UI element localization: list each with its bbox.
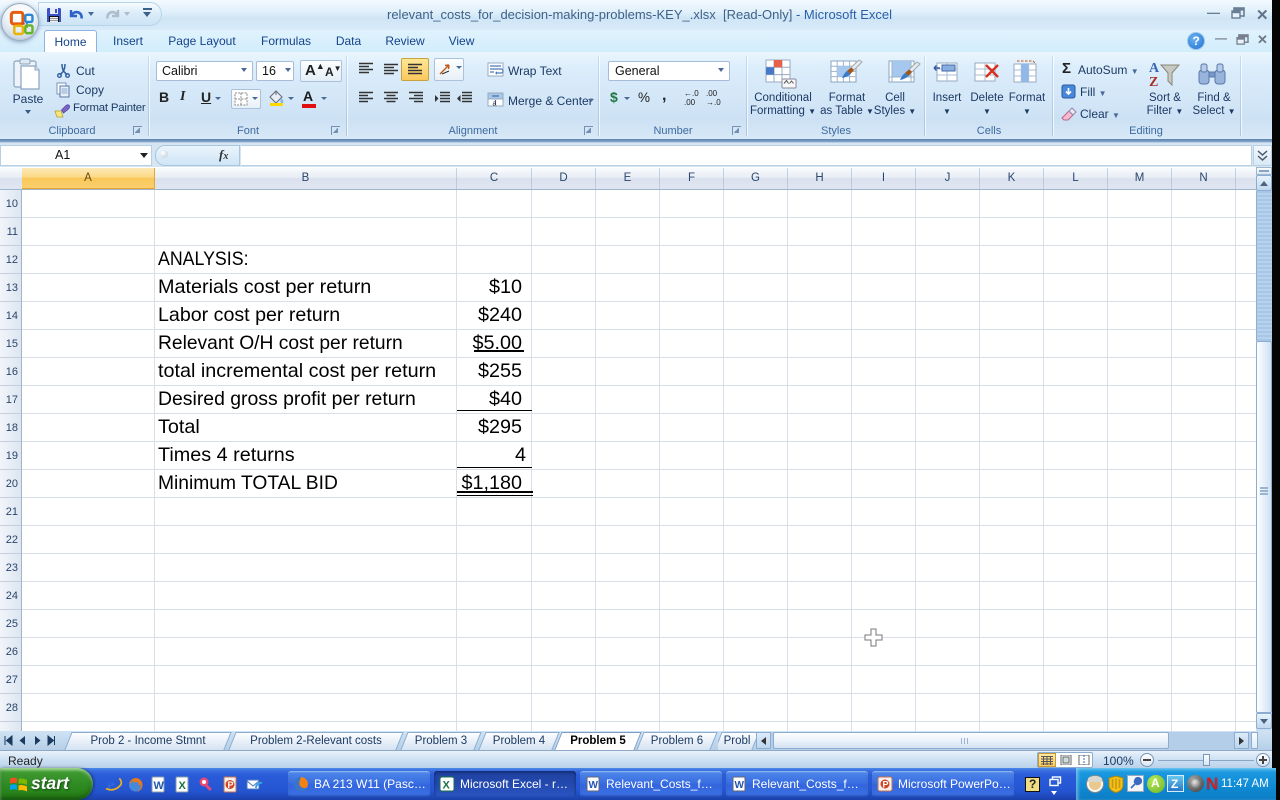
- svg-text:Z: Z: [1149, 75, 1158, 89]
- svg-text:X: X: [443, 780, 451, 792]
- svg-text:e: e: [107, 775, 115, 794]
- svg-text:X: X: [179, 780, 187, 792]
- svg-text:P: P: [228, 780, 234, 790]
- svg-text:a: a: [493, 101, 497, 108]
- svg-text:P: P: [883, 780, 889, 790]
- svg-text:W: W: [154, 780, 165, 792]
- svg-text:W: W: [589, 780, 599, 791]
- svg-text:A: A: [1149, 61, 1160, 76]
- svg-text:W: W: [735, 780, 745, 791]
